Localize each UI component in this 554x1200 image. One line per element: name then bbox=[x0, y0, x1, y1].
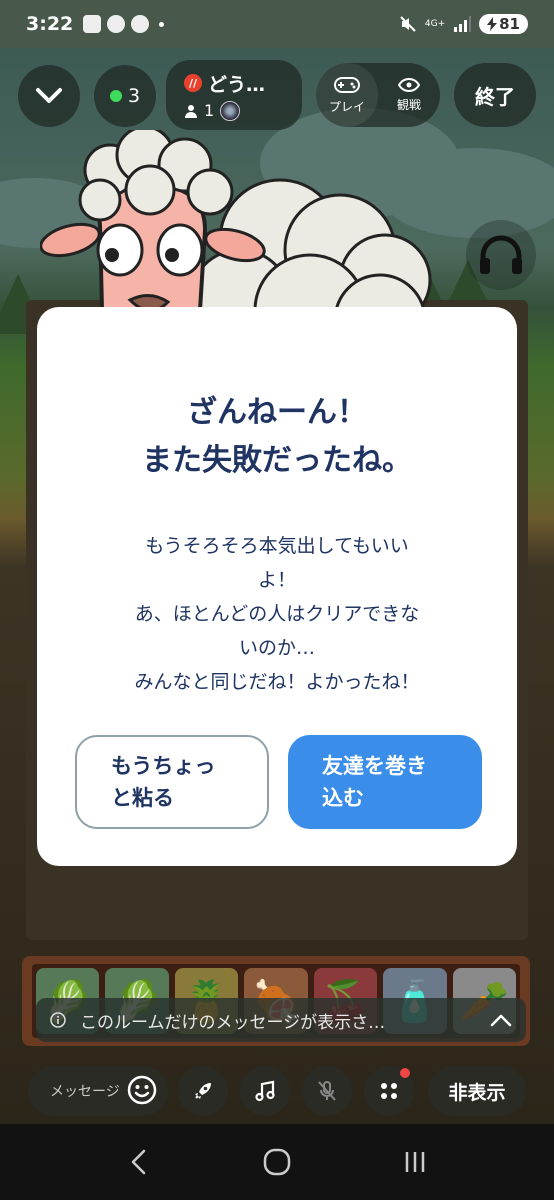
bottom-toolbar: メッセージ 非表示 bbox=[0, 1062, 554, 1118]
chevron-up-icon[interactable] bbox=[490, 1013, 512, 1027]
dialog-message-line: みんなと同じだね！よかったね！ bbox=[134, 671, 420, 693]
online-count: 3 bbox=[127, 85, 141, 107]
user-icon bbox=[185, 104, 197, 118]
rocket-icon bbox=[195, 1083, 211, 1099]
watch-mode-button[interactable]: 観戦 bbox=[378, 63, 440, 127]
fail-dialog: ざんねーん！ また失敗だったね。 もうそろそろ本気出してもいい よ！ あ、ほとん… bbox=[37, 307, 517, 866]
apps-button[interactable] bbox=[364, 1066, 414, 1116]
music-icon bbox=[255, 1080, 275, 1102]
room-badge-icon: // bbox=[184, 74, 202, 92]
gamepad-icon bbox=[334, 76, 360, 93]
dialog-message-line: あ、ほとんどの人はクリアできな bbox=[134, 603, 420, 625]
room-message-notice[interactable]: このルームだけのメッセージが表示さ… bbox=[36, 998, 526, 1042]
play-mode-button[interactable]: プレイ bbox=[316, 63, 378, 127]
signal-icon bbox=[454, 16, 472, 32]
info-icon bbox=[50, 1012, 66, 1028]
watch-mode-label: 観戦 bbox=[396, 97, 421, 112]
status-time: 3:22 bbox=[26, 13, 74, 35]
notification-icons bbox=[83, 15, 165, 33]
status-bar: 3:22 4G+ 81 bbox=[0, 0, 554, 48]
network-type: 4G+ bbox=[424, 18, 446, 29]
dialog-message-line: よ！ bbox=[257, 569, 296, 591]
back-icon bbox=[131, 1149, 146, 1175]
mute-icon bbox=[400, 16, 416, 32]
room-title: どう… bbox=[208, 73, 266, 96]
rocket-button[interactable] bbox=[178, 1066, 228, 1116]
notice-text: このルームだけのメッセージが表示さ… bbox=[80, 1012, 386, 1033]
mic-off-icon bbox=[318, 1081, 336, 1101]
more-notifications-icon bbox=[159, 21, 165, 27]
top-controls: 3 // どう… 1 プレイ 観戦 終了 bbox=[0, 60, 554, 132]
dialog-message: もうそろそろ本気出してもいい よ！ あ、ほとんどの人はクリアできな いのか… み… bbox=[67, 529, 487, 699]
battery-indicator: 81 bbox=[479, 14, 528, 34]
emoji-icon bbox=[127, 1075, 157, 1105]
headphone-icon bbox=[480, 235, 522, 274]
charging-icon bbox=[487, 17, 498, 31]
music-button[interactable] bbox=[240, 1066, 290, 1116]
headphone-button[interactable] bbox=[466, 220, 536, 290]
home-icon bbox=[263, 1148, 291, 1176]
news-icon bbox=[83, 15, 102, 33]
chevron-down-icon bbox=[36, 88, 62, 103]
app-notification-icon bbox=[107, 15, 126, 33]
dialog-title: ざんねーん！ また失敗だったね。 bbox=[37, 389, 517, 485]
recents-button[interactable] bbox=[385, 1132, 445, 1192]
system-nav-bar bbox=[0, 1124, 554, 1200]
avatar bbox=[220, 100, 241, 121]
system-status: 4G+ 81 bbox=[399, 14, 528, 34]
collapse-button[interactable] bbox=[18, 65, 80, 127]
dialog-message-line: もうそろそろ本気出してもいい bbox=[145, 535, 409, 557]
recents-icon bbox=[405, 1152, 425, 1172]
eye-icon bbox=[398, 77, 420, 92]
online-status-icon bbox=[109, 90, 122, 102]
dialog-message-line: いのか… bbox=[238, 637, 315, 659]
keep-trying-button[interactable]: もうちょっ と粘る bbox=[75, 735, 269, 829]
mic-button[interactable] bbox=[302, 1066, 352, 1116]
message-placeholder: メッセージ bbox=[50, 1084, 120, 1100]
room-info-button[interactable]: // どう… 1 bbox=[166, 60, 302, 130]
apps-icon bbox=[381, 1083, 397, 1099]
end-button[interactable]: 終了 bbox=[454, 63, 536, 127]
mode-toggle: プレイ 観戦 bbox=[316, 63, 440, 127]
invite-friends-button[interactable]: 友達を巻き 込む bbox=[288, 735, 482, 829]
dialog-title-line: ざんねーん！ bbox=[187, 395, 367, 430]
battery-level: 81 bbox=[499, 15, 520, 33]
emoji-button[interactable] bbox=[124, 1070, 160, 1110]
room-user-count: 1 bbox=[204, 101, 215, 120]
home-button[interactable] bbox=[247, 1132, 307, 1192]
play-mode-label: プレイ bbox=[328, 99, 365, 114]
chat-notification-icon bbox=[131, 15, 150, 33]
hide-button[interactable]: 非表示 bbox=[428, 1066, 526, 1116]
dialog-title-line: また失敗だったね。 bbox=[142, 443, 412, 478]
online-count-button[interactable]: 3 bbox=[94, 65, 156, 127]
back-button[interactable] bbox=[109, 1132, 169, 1192]
notification-dot bbox=[400, 1068, 410, 1078]
